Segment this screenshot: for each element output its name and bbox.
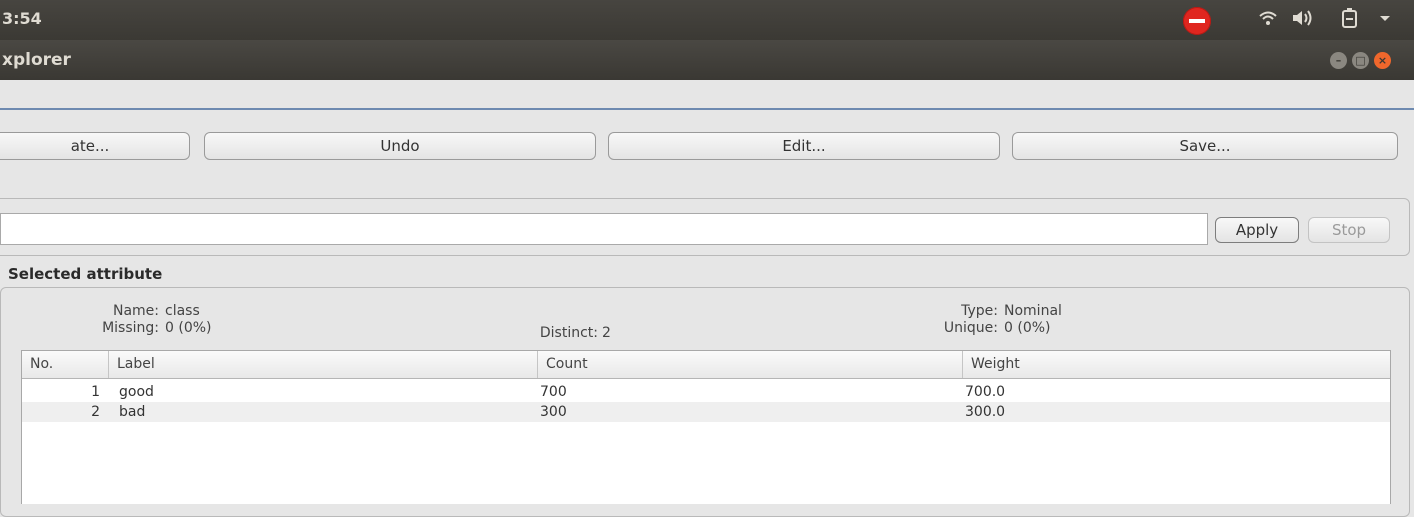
missing-value: 0 (0%) bbox=[165, 320, 212, 336]
table-row[interactable]: 2 bad 300 300.0 bbox=[22, 402, 1390, 422]
type-label: Type: bbox=[961, 303, 998, 319]
cell-weight: 300.0 bbox=[965, 404, 1006, 420]
column-header-label[interactable]: Label bbox=[109, 351, 538, 378]
unique-value: 0 (0%) bbox=[1004, 320, 1051, 336]
minimize-icon: – bbox=[1335, 54, 1342, 67]
cell-no: 1 bbox=[91, 384, 100, 400]
column-header-no[interactable]: No. bbox=[22, 351, 109, 378]
type-value: Nominal bbox=[1004, 303, 1062, 319]
cell-weight: 700.0 bbox=[965, 384, 1006, 400]
edit-button[interactable]: Edit... bbox=[608, 132, 1000, 160]
window-title-bar[interactable] bbox=[0, 40, 1414, 80]
attribute-values-table[interactable]: No. Label Count Weight 1 good 700 700.0 … bbox=[21, 350, 1391, 504]
cell-label: good bbox=[119, 384, 154, 400]
cell-count: 300 bbox=[540, 404, 567, 420]
generate-button[interactable]: ate... bbox=[0, 132, 190, 160]
maximize-icon: □ bbox=[1355, 54, 1366, 67]
column-header-weight[interactable]: Weight bbox=[963, 351, 1390, 378]
unique-label: Unique: bbox=[943, 320, 998, 336]
window-title: xplorer bbox=[2, 50, 71, 70]
undo-button[interactable]: Undo bbox=[204, 132, 596, 160]
close-button[interactable]: × bbox=[1374, 52, 1391, 69]
table-header: No. Label Count Weight bbox=[22, 351, 1390, 379]
wifi-icon[interactable] bbox=[1258, 8, 1278, 34]
selected-attribute-heading: Selected attribute bbox=[8, 265, 163, 283]
missing-label: Missing: bbox=[102, 320, 159, 336]
cell-label: bad bbox=[119, 404, 146, 420]
stop-button[interactable]: Stop bbox=[1308, 217, 1390, 243]
minimize-button[interactable]: – bbox=[1330, 52, 1347, 69]
apply-button[interactable]: Apply bbox=[1215, 217, 1299, 243]
tab-strip bbox=[0, 80, 1414, 110]
tab-strip-underline bbox=[0, 108, 1414, 110]
volume-icon[interactable] bbox=[1290, 8, 1314, 34]
maximize-button[interactable]: □ bbox=[1352, 52, 1369, 69]
name-label: Name: bbox=[112, 303, 159, 319]
battery-icon[interactable] bbox=[1340, 8, 1360, 36]
distinct-value: 2 bbox=[602, 325, 611, 341]
cell-no: 2 bbox=[91, 404, 100, 420]
close-icon: × bbox=[1377, 54, 1388, 67]
column-header-count[interactable]: Count bbox=[538, 351, 963, 378]
save-button[interactable]: Save... bbox=[1012, 132, 1398, 160]
system-clock[interactable]: 3:54 bbox=[2, 9, 42, 28]
table-row[interactable]: 1 good 700 700.0 bbox=[22, 382, 1390, 402]
cell-count: 700 bbox=[540, 384, 567, 400]
no-entry-icon[interactable] bbox=[1183, 7, 1211, 35]
name-value: class bbox=[165, 303, 200, 319]
distinct-label: Distinct: bbox=[539, 325, 598, 341]
filter-input[interactable] bbox=[0, 213, 1208, 245]
dropdown-arrow-icon[interactable] bbox=[1378, 8, 1392, 34]
